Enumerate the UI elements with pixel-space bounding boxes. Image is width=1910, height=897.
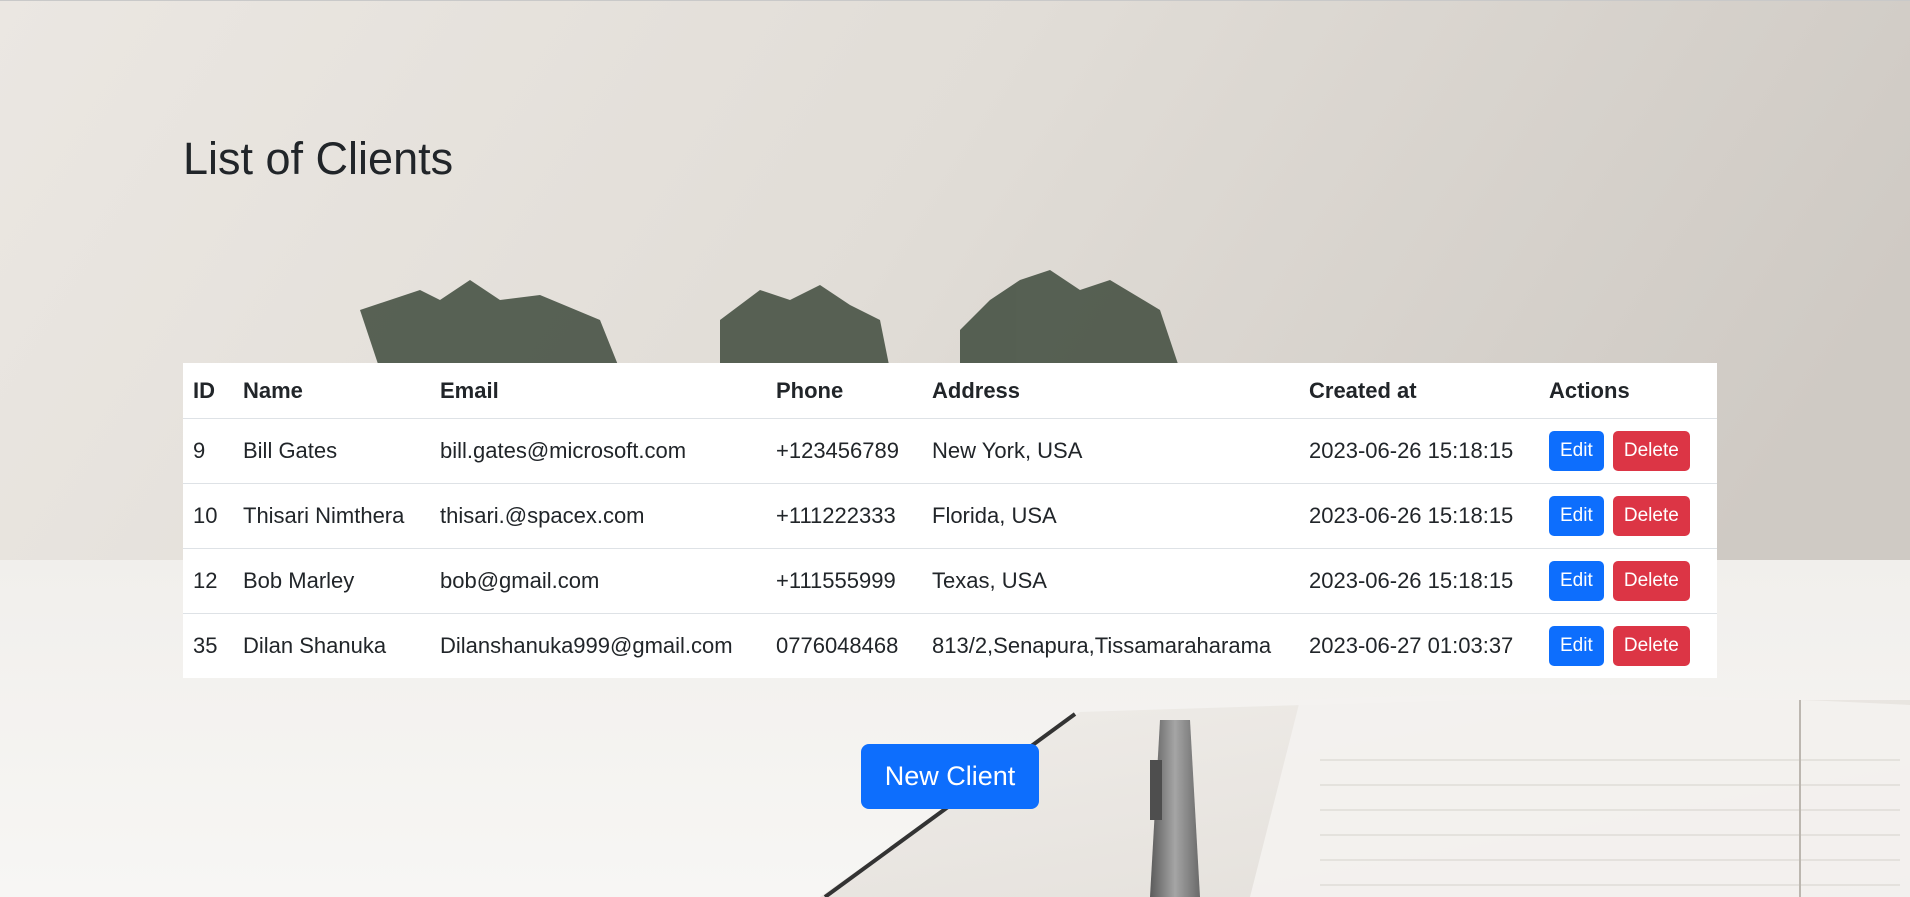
edit-button[interactable]: Edit xyxy=(1549,496,1604,536)
cell-actions: Edit Delete xyxy=(1539,418,1717,484)
edit-button[interactable]: Edit xyxy=(1549,431,1604,471)
cell-created-at: 2023-06-26 15:18:15 xyxy=(1299,418,1539,484)
cell-address: 813/2,Senapura,Tissamaraharama xyxy=(932,633,1272,658)
cell-name: Bill Gates xyxy=(233,418,430,484)
cell-name: Bob Marley xyxy=(233,548,430,614)
cell-name: Thisari Nimthera xyxy=(233,483,430,549)
top-border xyxy=(0,0,1910,1)
column-header-name: Name xyxy=(233,363,430,419)
cell-actions: Edit Delete xyxy=(1539,548,1717,614)
cell-created-at: 2023-06-26 15:18:15 xyxy=(1299,548,1539,614)
cell-email: Dilanshanuka999@gmail.com xyxy=(440,633,733,658)
cell-actions: Edit Delete xyxy=(1539,483,1717,549)
delete-button[interactable]: Delete xyxy=(1612,561,1690,601)
cell-address: Florida, USA xyxy=(922,483,1299,549)
cell-name: Dilan Shanuka xyxy=(243,633,387,658)
new-client-button[interactable]: New Client xyxy=(861,744,1039,809)
cell-phone: +111555999 xyxy=(766,548,922,614)
delete-button[interactable]: Delete xyxy=(1612,626,1690,666)
delete-button[interactable]: Delete xyxy=(1612,431,1690,471)
page-title: List of Clients xyxy=(183,133,454,184)
cell-email: thisari.@spacex.com xyxy=(430,483,766,549)
table-header-row: ID Name Email Phone Address Created at A… xyxy=(183,363,1717,419)
cell-phone: +123456789 xyxy=(766,418,922,484)
column-header-id: ID xyxy=(183,363,233,419)
cell-created-at: 2023-06-27 01:03:37 xyxy=(1309,633,1514,658)
edit-button[interactable]: Edit xyxy=(1549,626,1604,666)
cell-address: Texas, USA xyxy=(922,548,1299,614)
cell-id: 10 xyxy=(183,483,233,549)
cell-address: New York, USA xyxy=(922,418,1299,484)
table-row: 10 Thisari Nimthera thisari.@spacex.com … xyxy=(183,483,1717,549)
column-header-email: Email xyxy=(430,363,766,419)
cell-email: bob@gmail.com xyxy=(430,548,766,614)
delete-button[interactable]: Delete xyxy=(1612,496,1690,536)
table-row: 12 Bob Marley bob@gmail.com +111555999 T… xyxy=(183,548,1717,614)
column-header-address: Address xyxy=(922,363,1299,419)
cell-phone: +111222333 xyxy=(766,483,922,549)
table-row: 9 Bill Gates bill.gates@microsoft.com +1… xyxy=(183,418,1717,484)
column-header-phone: Phone xyxy=(766,363,922,419)
cell-id: 9 xyxy=(183,418,233,484)
cell-actions: Edit Delete xyxy=(1539,614,1717,679)
cell-created-at: 2023-06-26 15:18:15 xyxy=(1299,483,1539,549)
clients-table: ID Name Email Phone Address Created at A… xyxy=(183,363,1717,678)
column-header-created-at: Created at xyxy=(1299,363,1539,419)
column-header-actions: Actions xyxy=(1539,363,1717,419)
edit-button[interactable]: Edit xyxy=(1549,561,1604,601)
cell-phone: 0776048468 xyxy=(776,633,899,658)
cell-id: 35 xyxy=(193,633,218,658)
table-row: 35 Dilan Shanuka Dilanshanuka999@gmail.c… xyxy=(183,614,1717,679)
cell-email: bill.gates@microsoft.com xyxy=(430,418,766,484)
cell-id: 12 xyxy=(183,548,233,614)
